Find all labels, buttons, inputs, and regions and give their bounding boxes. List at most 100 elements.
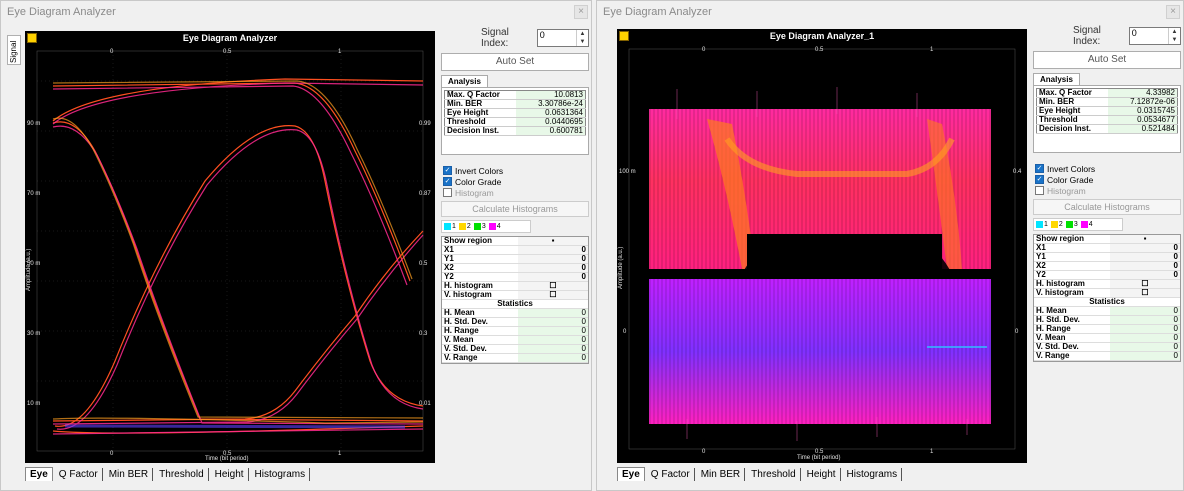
region-value[interactable]: 0: [1110, 243, 1180, 253]
tab-threshold[interactable]: Threshold: [747, 468, 801, 481]
tab-threshold[interactable]: Threshold: [155, 468, 209, 481]
x-axis-label: Time (bit period): [797, 455, 841, 461]
swatch-3[interactable]: 3: [1065, 221, 1078, 228]
analysis-row: Threshold 0.0534677: [1036, 115, 1178, 125]
swatch-4[interactable]: 4: [1080, 221, 1093, 228]
swatch-4[interactable]: 4: [488, 223, 501, 230]
spin-arrows-icon[interactable]: ▲ ▼: [576, 30, 588, 46]
analysis-value: 10.0813: [515, 90, 586, 100]
tab-analysis[interactable]: Analysis: [1033, 73, 1080, 85]
x-tick-bottom: 0: [110, 451, 114, 457]
swatch-label: 2: [466, 223, 471, 230]
region-row: X1 0: [442, 245, 588, 255]
swatch-label: 2: [1058, 221, 1063, 228]
close-button[interactable]: ×: [574, 5, 588, 19]
invert-colors-checkbox[interactable]: ✓ Invert Colors: [1035, 163, 1181, 174]
invert-colors-checkbox[interactable]: ✓ Invert Colors: [443, 165, 589, 176]
region-row: X1 0: [1034, 243, 1180, 253]
x-tick-top: 0.5: [815, 47, 824, 53]
y-tick-right: 0.01: [419, 401, 431, 407]
empty-checkbox-icon: [443, 188, 452, 197]
histogram-checkbox[interactable]: Histogram: [443, 187, 589, 198]
y-tick-left: 70 m: [27, 191, 41, 197]
spin-arrows-icon[interactable]: ▲ ▼: [1168, 28, 1180, 44]
tab-height[interactable]: Height: [210, 468, 249, 481]
checkmark-icon: ✓: [443, 166, 452, 175]
stat-value: 0: [1110, 351, 1180, 361]
swatch-label: 1: [452, 223, 456, 230]
swatch-1[interactable]: 1: [444, 223, 456, 230]
color-grade-checkbox[interactable]: ✓ Color Grade: [443, 176, 589, 187]
analysis-label: Max. Q Factor: [444, 90, 516, 100]
analysis-label: Min. BER: [444, 99, 516, 109]
analysis-row: Min. BER 7.12872e-06: [1036, 97, 1178, 107]
region-value[interactable]: 0: [518, 254, 588, 264]
stat-row: V. Range 0: [442, 353, 588, 363]
y-axis-label: Amplitude (a.u.): [618, 246, 624, 289]
x-tick-top: 0.5: [223, 49, 232, 55]
swatch-label: 3: [1073, 221, 1078, 228]
close-button[interactable]: ×: [1166, 5, 1180, 19]
analysis-value: 0.521484: [1107, 124, 1178, 134]
signal-swatches: 1 2 3 4: [441, 220, 531, 233]
stat-label: V. Range: [1034, 351, 1110, 361]
tab-histograms[interactable]: Histograms: [842, 468, 903, 481]
tab-height[interactable]: Height: [802, 468, 841, 481]
analysis-label: Threshold: [444, 117, 516, 127]
region-value[interactable]: 0: [518, 263, 588, 273]
analysis-row: Decision Inst. 0.521484: [1036, 124, 1178, 134]
window-title: Eye Diagram Analyzer: [7, 6, 116, 18]
region-value[interactable]: 0: [1110, 252, 1180, 262]
stat-value: 0: [518, 308, 588, 318]
calculate-histograms-button[interactable]: Calculate Histograms: [1033, 199, 1181, 215]
stat-value: 0: [1110, 324, 1180, 334]
signal-index-value: 0: [1131, 28, 1137, 38]
swatch-3[interactable]: 3: [473, 223, 486, 230]
invert-colors-label: Invert Colors: [1047, 163, 1096, 174]
analysis-value: 0.0315745: [1107, 106, 1178, 116]
swatch-2[interactable]: 2: [458, 223, 471, 230]
y-tick-left: 0: [623, 329, 627, 335]
y-tick-right: 0.4: [1013, 169, 1022, 175]
region-value[interactable]: 0: [1110, 261, 1180, 271]
stat-label: V. Range: [442, 353, 518, 363]
tab-q-factor[interactable]: Q Factor: [54, 468, 103, 481]
region-value[interactable]: 0: [518, 245, 588, 255]
swatch-label: 1: [1044, 221, 1048, 228]
analysis-label: Max. Q Factor: [1036, 88, 1108, 98]
swatch-1[interactable]: 1: [1036, 221, 1048, 228]
eye-plot[interactable]: Eye Diagram Analyzer_1 0 0.5 1 0 0.5 1 T…: [617, 29, 1027, 463]
tab-q-factor[interactable]: Q Factor: [646, 468, 695, 481]
show-region-toggle[interactable]: ▪: [518, 237, 588, 246]
auto-set-button[interactable]: Auto Set: [441, 53, 589, 71]
auto-set-button[interactable]: Auto Set: [1033, 51, 1181, 69]
signal-index-input[interactable]: 0 ▲ ▼: [536, 29, 589, 47]
tab-min-ber[interactable]: Min BER: [696, 468, 746, 481]
stat-value: 0: [518, 317, 588, 327]
analysis-row: Max. Q Factor 10.0813: [444, 90, 586, 100]
plot-title: Eye Diagram Analyzer: [182, 33, 278, 43]
eye-plot[interactable]: Eye Diagram Analyzer 0 0.5 1 0 0.5 1 Tim…: [25, 31, 435, 463]
tab-eye[interactable]: Eye: [25, 467, 53, 481]
region-row: Y1 0: [1034, 252, 1180, 262]
y-tick-left: 90 m: [27, 121, 41, 127]
y-tick-right: 0.3: [419, 331, 428, 337]
show-region-toggle[interactable]: ▪: [1110, 235, 1180, 244]
color-grade-checkbox[interactable]: ✓ Color Grade: [1035, 174, 1181, 185]
histogram-checkbox[interactable]: Histogram: [1035, 185, 1181, 196]
analysis-value: 3.30786e-24: [515, 99, 586, 109]
checkmark-icon: ✓: [443, 177, 452, 186]
tab-histograms[interactable]: Histograms: [250, 468, 311, 481]
tab-eye[interactable]: Eye: [617, 467, 645, 481]
signal-index-input[interactable]: 0 ▲ ▼: [1128, 27, 1181, 45]
calculate-histograms-button[interactable]: Calculate Histograms: [441, 201, 589, 217]
signal-side-tab[interactable]: Signal: [7, 35, 21, 65]
color-grade-label: Color Grade: [1047, 174, 1094, 185]
tab-min-ber[interactable]: Min BER: [104, 468, 154, 481]
stat-value: 0: [1110, 342, 1180, 352]
analysis-value: 0.0440695: [515, 117, 586, 127]
swatch-2[interactable]: 2: [1050, 221, 1063, 228]
y-axis-label: Amplitude (a.u.): [26, 248, 32, 291]
x-tick-top: 1: [338, 49, 342, 55]
tab-analysis[interactable]: Analysis: [441, 75, 488, 87]
